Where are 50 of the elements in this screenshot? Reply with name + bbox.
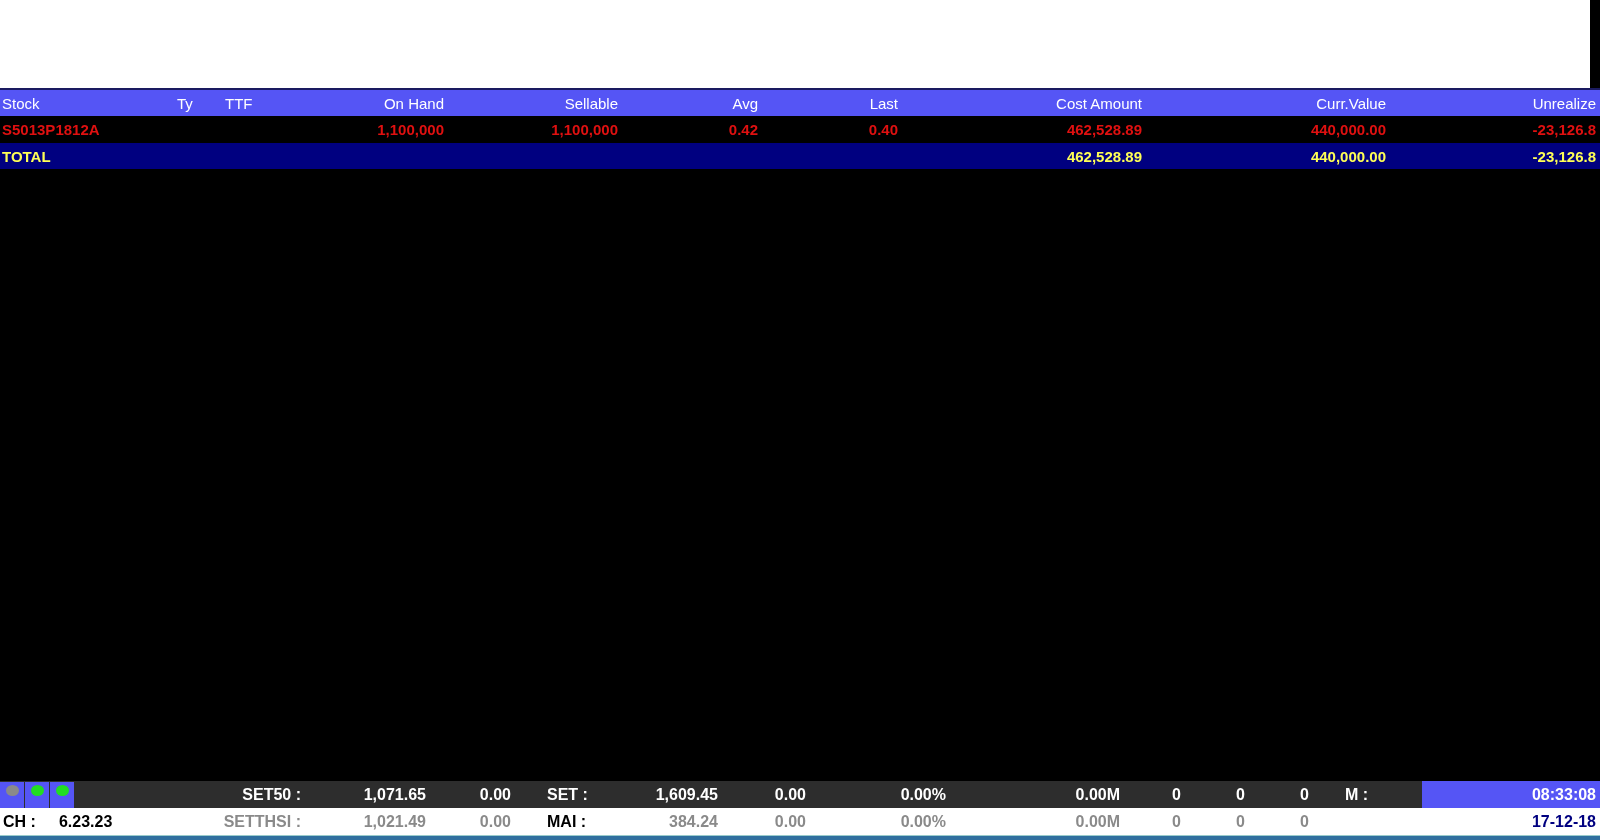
index-value: 0.00 — [478, 811, 512, 832]
table-cell-text: 462,528.89 — [1065, 147, 1143, 165]
column-header: Curr.Value — [1315, 94, 1387, 112]
index-value: 1,609.45 — [654, 784, 719, 805]
index-value: 0 — [1235, 811, 1246, 832]
index-value: 0.00% — [899, 784, 947, 805]
table-cell-text: S5013P1812A — [1, 121, 101, 138]
column-header: TTF — [224, 94, 254, 112]
column-header: Cost Amount — [1055, 94, 1143, 112]
total-row[interactable]: TOTAL 462,528.89 440,000.00 -23,126.8 — [0, 143, 1600, 169]
table-cell-text: 1,100,000 — [550, 121, 619, 138]
index-value: 0 — [1171, 784, 1182, 805]
column-header: Last — [868, 94, 899, 112]
channel-value: 6.23.23 — [57, 812, 113, 831]
index-value: 0.00 — [773, 811, 807, 832]
column-header: Avg — [731, 94, 759, 112]
date-text: 17-12-18 — [1530, 811, 1597, 832]
table-cell-text: 0.40 — [867, 121, 899, 138]
index-label: MAI : — [546, 811, 588, 832]
index-label: SETTHSI : — [222, 811, 302, 832]
column-header: Unrealize — [1531, 94, 1597, 112]
column-header: Ty — [176, 94, 194, 112]
table-cell-text: 462,528.89 — [1065, 121, 1143, 138]
table-cell-text: 440,000.00 — [1309, 121, 1387, 138]
column-header: On Hand — [382, 94, 445, 112]
clock-time: 08:33:08 — [1422, 781, 1600, 808]
index-value: 0 — [1299, 784, 1310, 805]
table-cell-text: 0.42 — [727, 121, 759, 138]
channel-label: CH : — [2, 812, 36, 831]
index-value: 1,021.49 — [362, 811, 427, 832]
index-value: 0 — [1299, 811, 1310, 832]
table-cell-text: 1,100,000 — [376, 121, 445, 138]
index-label: SET50 : — [241, 784, 302, 805]
index-value: 0 — [1171, 811, 1182, 832]
table-cell-text: -23,126.8 — [1531, 147, 1597, 165]
index-value: 0.00M — [1074, 784, 1121, 805]
index-value: 0.00 — [478, 784, 512, 805]
index-value: 0.00 — [773, 784, 807, 805]
index-label: SET : — [546, 784, 589, 805]
index-value: 0.00M — [1074, 811, 1121, 832]
table-cell-text: 440,000.00 — [1309, 147, 1387, 165]
index-label: M : — [1344, 784, 1370, 805]
table-cell-text: -23,126.8 — [1531, 121, 1597, 138]
index-value: 0.00% — [899, 811, 947, 832]
table-cell-text: TOTAL — [1, 147, 52, 165]
index-value: 0 — [1235, 784, 1246, 805]
index-value: 1,071.65 — [362, 784, 427, 805]
column-header: Sellable — [563, 94, 619, 112]
column-header: Stock — [1, 94, 41, 112]
index-value: 384.24 — [668, 811, 719, 832]
